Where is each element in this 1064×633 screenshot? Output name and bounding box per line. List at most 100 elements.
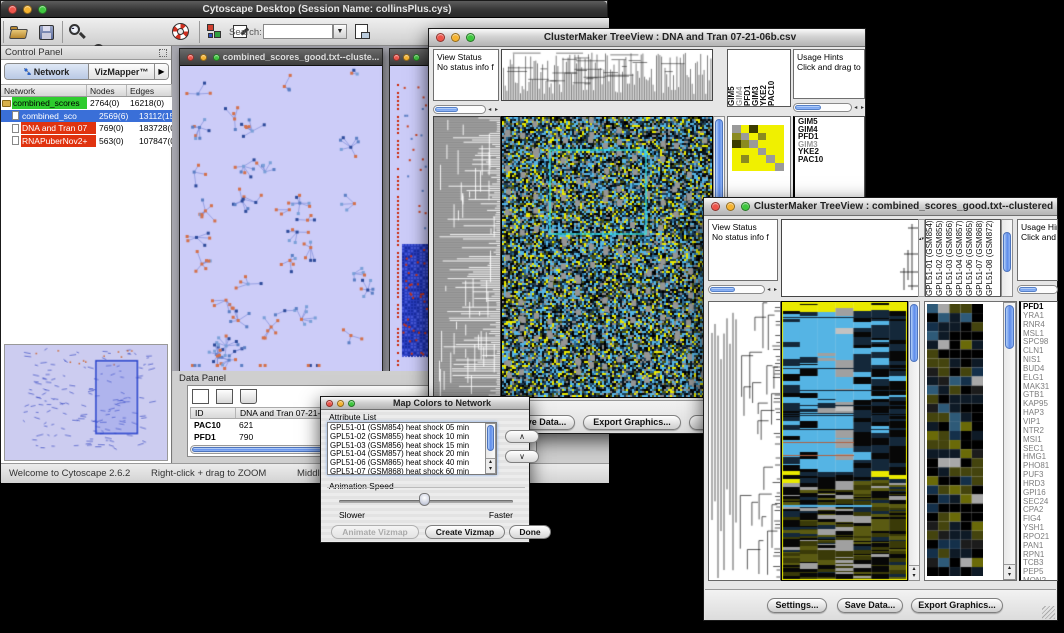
zoom-out-icon[interactable]: -	[67, 22, 87, 42]
gene-list-item[interactable]: FIG4	[1023, 515, 1057, 524]
col-label[interactable]: PFD1	[744, 50, 752, 106]
scrollbar-thumb[interactable]	[1019, 287, 1037, 292]
search-dropdown-arrow[interactable]: ▼	[333, 24, 347, 39]
scrollbar-thumb[interactable]	[435, 107, 458, 112]
column-header-nodes[interactable]: Nodes	[87, 85, 127, 96]
matrix-cell[interactable]	[758, 155, 767, 163]
matrix-cell[interactable]	[758, 148, 767, 156]
column-header-edges[interactable]: Edges	[127, 85, 172, 96]
gene-list-item[interactable]: PAN1	[1023, 542, 1057, 551]
gene-list-item[interactable]: GIM3	[798, 141, 864, 149]
gene-list-item[interactable]: SPC98	[1023, 338, 1057, 347]
dialog-titlebar[interactable]: Map Colors to Network	[321, 397, 529, 410]
gene-list-item[interactable]: MON2	[1023, 577, 1057, 581]
matrix-cell[interactable]	[741, 140, 750, 148]
matrix-cell[interactable]	[749, 140, 758, 148]
matrix-cell[interactable]	[741, 125, 750, 133]
matrix-cell[interactable]	[775, 125, 784, 133]
speed-slider-thumb[interactable]	[419, 493, 430, 506]
import-table-icon[interactable]	[353, 22, 373, 42]
matrix-cell[interactable]	[766, 148, 775, 156]
minimize-button[interactable]	[23, 5, 32, 14]
scrollbar-thumb[interactable]	[487, 425, 494, 451]
zoom-button[interactable]	[38, 5, 47, 14]
gene-list-item[interactable]: BUD4	[1023, 365, 1057, 374]
correlation-matrix[interactable]	[732, 125, 784, 171]
matrix-cell[interactable]	[749, 155, 758, 163]
gene-list-item[interactable]: SEC24	[1023, 498, 1057, 507]
gene-list-item[interactable]: NTR2	[1023, 427, 1057, 436]
gene-list-item[interactable]: PEP5	[1023, 568, 1057, 577]
minimize-button[interactable]	[200, 54, 207, 61]
close-button[interactable]	[187, 54, 194, 61]
matrix-cell[interactable]	[775, 140, 784, 148]
matrix-cell[interactable]	[766, 163, 775, 171]
col-label[interactable]: GPL51-08 (GSM872)	[986, 220, 996, 296]
view-status-scrollbar[interactable]: ◂ ▸	[708, 283, 778, 295]
save-data-button[interactable]: Save Data...	[837, 598, 903, 613]
scroll-arrows-icon[interactable]: ◂ ▸	[767, 286, 778, 293]
gene-list-item[interactable]: TCB3	[1023, 559, 1057, 568]
col-label[interactable]: GPL51-02 (GSM855)	[936, 220, 946, 296]
move-up-button[interactable]: ∧	[505, 430, 539, 443]
gene-list-item[interactable]: GIM5	[798, 118, 864, 126]
gene-list-item[interactable]: KAP95	[1023, 400, 1057, 409]
zoom-heatmap-canvas[interactable]	[927, 304, 983, 576]
matrix-cell[interactable]	[766, 140, 775, 148]
done-button[interactable]: Done	[509, 525, 551, 539]
gene-list-item[interactable]: GPI16	[1023, 489, 1057, 498]
heatmap-vscrollbar[interactable]: ▴▾	[908, 301, 920, 581]
close-button[interactable]	[711, 202, 720, 211]
main-titlebar[interactable]: Cytoscape Desktop (Session Name: collins…	[1, 1, 607, 18]
tab-network[interactable]: Network	[5, 64, 89, 79]
col-label[interactable]: YKE2	[760, 50, 768, 106]
matrix-cell[interactable]	[749, 133, 758, 141]
matrix-cell[interactable]	[775, 163, 784, 171]
column-labels-scrollbar[interactable]	[1001, 219, 1013, 297]
matrix-cell[interactable]	[749, 125, 758, 133]
network-table-row[interactable]: combined_sco2569(6)13112(15)	[1, 110, 172, 123]
gene-list-item[interactable]: PFD1	[798, 133, 864, 141]
gene-list-item[interactable]: YSH1	[1023, 524, 1057, 533]
view-status-scrollbar[interactable]: ◂ ▸	[433, 103, 499, 115]
gene-list-item[interactable]: YRA1	[1023, 312, 1057, 321]
matrix-cell[interactable]	[766, 125, 775, 133]
matrix-cell[interactable]	[732, 155, 741, 163]
create-vizmap-button[interactable]: Create Vizmap	[425, 525, 505, 539]
row-dendrogram-canvas[interactable]	[433, 116, 501, 398]
gene-list-item[interactable]: PUF3	[1023, 471, 1057, 480]
search-input[interactable]	[263, 24, 333, 39]
scroll-arrows-icon[interactable]: ◂ ▸	[854, 104, 865, 111]
matrix-cell[interactable]	[749, 163, 758, 171]
gene-list-item[interactable]: HMG1	[1023, 453, 1057, 462]
attribute-list-scrollbar[interactable]: ▴▾	[485, 423, 496, 474]
matrix-cell[interactable]	[758, 140, 767, 148]
scroll-arrows-icon[interactable]: ◂ ▸	[488, 106, 499, 113]
export-graphics-button[interactable]: Export Graphics...	[583, 415, 681, 430]
matrix-cell[interactable]	[775, 133, 784, 141]
gene-list-item[interactable]: MSI1	[1023, 436, 1057, 445]
network-table-row[interactable]: DNA and Tran 07769(0)183728(0)	[1, 122, 172, 135]
col-label[interactable]: PAC10	[768, 50, 776, 106]
column-header-id[interactable]: ID	[191, 408, 236, 418]
column-dendrogram-canvas[interactable]	[501, 49, 713, 101]
gene-list-item[interactable]: PAC10	[798, 156, 864, 164]
resize-grip[interactable]	[1042, 606, 1055, 619]
close-button[interactable]	[436, 33, 445, 42]
settings-button[interactable]: Settings...	[767, 598, 827, 613]
scrollbar-thumb[interactable]	[1003, 232, 1011, 272]
col-label[interactable]: GPL51-03 (GSM856)	[946, 220, 956, 296]
vizmapper-icon[interactable]	[205, 22, 225, 42]
gene-list-item[interactable]: HRD3	[1023, 480, 1057, 489]
gene-list-item[interactable]: CLN1	[1023, 347, 1057, 356]
gene-list-item[interactable]: ELG1	[1023, 374, 1057, 383]
gene-list-item[interactable]: SEC1	[1023, 445, 1057, 454]
help-lifering-icon[interactable]	[171, 22, 191, 42]
treeview1-titlebar[interactable]: ClusterMaker TreeView : DNA and Tran 07-…	[429, 29, 865, 47]
zoom-button[interactable]	[413, 54, 420, 61]
move-down-button[interactable]: ∨	[505, 450, 539, 463]
matrix-cell[interactable]	[758, 133, 767, 141]
matrix-cell[interactable]	[741, 148, 750, 156]
zoom-button[interactable]	[741, 202, 750, 211]
matrix-cell[interactable]	[758, 163, 767, 171]
